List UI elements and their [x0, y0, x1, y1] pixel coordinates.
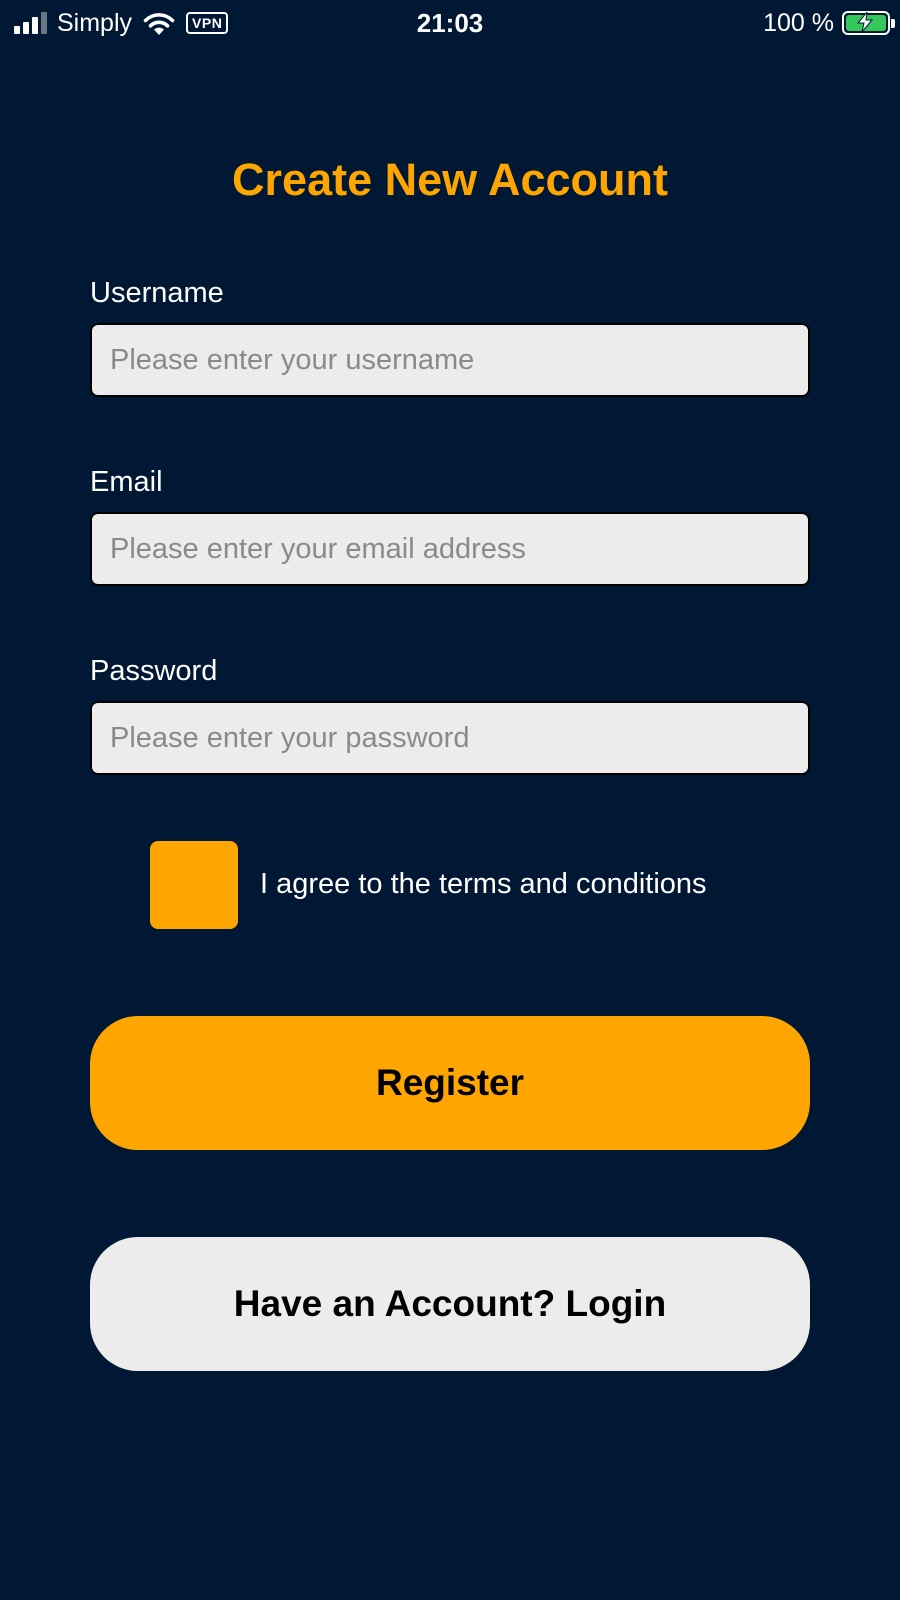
battery-cap	[891, 19, 895, 28]
status-bar: Simply VPN 21:03 100 %	[0, 0, 900, 46]
status-right: 100 %	[763, 8, 895, 38]
battery-charging-icon	[842, 11, 895, 35]
username-label: Username	[90, 277, 224, 309]
login-button-label: Have an Account? Login	[233, 1283, 667, 1324]
email-input[interactable]	[90, 512, 810, 586]
terms-label[interactable]: I agree to the terms and conditions	[260, 866, 707, 902]
password-input[interactable]	[90, 701, 810, 775]
battery-percentage: 100 %	[763, 8, 834, 37]
login-button[interactable]: Have an Account? Login	[90, 1237, 810, 1371]
password-label: Password	[90, 655, 218, 687]
page-title: Create New Account	[232, 154, 668, 205]
register-screen: Simply VPN 21:03 100 % Create New Accoun…	[0, 0, 900, 1600]
register-button-label: Register	[375, 1062, 525, 1103]
terms-checkbox[interactable]	[150, 841, 238, 929]
charging-bolt-icon	[856, 12, 874, 32]
register-button[interactable]: Register	[90, 1016, 810, 1150]
username-input[interactable]	[90, 323, 810, 397]
email-label: Email	[90, 466, 163, 498]
